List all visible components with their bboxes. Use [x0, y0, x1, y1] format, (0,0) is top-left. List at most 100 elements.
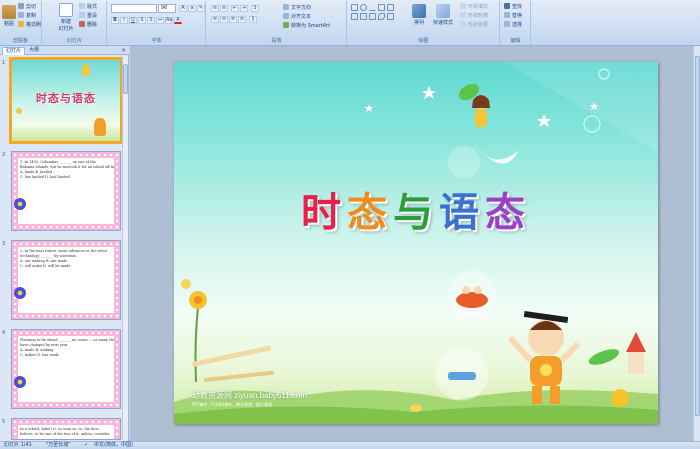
- layout-button[interactable]: 版式: [79, 3, 97, 10]
- align-right-icon[interactable]: ≡: [229, 16, 237, 23]
- balloon-image: [611, 389, 629, 407]
- editing-group-label: 编辑: [501, 37, 530, 45]
- thumbnail-line: believe, to be one of the two of it, unl…: [20, 432, 110, 436]
- slide-thumbnail-3[interactable]: 2. In the near future, more advances in …: [11, 240, 121, 320]
- close-icon[interactable]: ×: [121, 47, 126, 54]
- leaf-image: [588, 349, 620, 365]
- text-direction-button[interactable]: 文字方向: [283, 4, 311, 11]
- bubble: [583, 115, 601, 133]
- flower-icon: [14, 287, 26, 299]
- language-indicator[interactable]: 中文(简体，中国): [94, 442, 133, 449]
- oval-shape-icon[interactable]: [360, 4, 367, 11]
- font-size-field[interactable]: 96: [158, 4, 176, 13]
- shape-effects-button[interactable]: 形状效果: [460, 21, 488, 28]
- more-shapes-icon[interactable]: [387, 13, 394, 20]
- quick-styles-button[interactable]: 快速样式: [430, 4, 456, 26]
- align-left-icon[interactable]: ≡: [211, 16, 219, 23]
- shape-outline-button[interactable]: 形状轮廓: [460, 12, 488, 19]
- numbering-icon[interactable]: ≡: [220, 5, 228, 12]
- shrink-font-icon[interactable]: a: [188, 5, 196, 12]
- arrow-shape-icon[interactable]: [378, 4, 385, 11]
- smartart-button[interactable]: 转换为 SmartArt: [283, 22, 330, 29]
- slide-count: 幻灯片 1/41: [4, 442, 32, 448]
- format-painter-button[interactable]: 格式刷: [18, 21, 41, 28]
- thumbnail-flower-image: [16, 108, 22, 114]
- editor-scrollbar[interactable]: [693, 46, 700, 441]
- align-text-button[interactable]: 对齐文本: [283, 13, 311, 20]
- slide-thumbnail-5[interactable]: In a school, label (s), so soon as, to, …: [11, 418, 121, 440]
- replace-button[interactable]: 替换: [504, 12, 522, 19]
- binoculars-icon: [504, 3, 510, 9]
- select-button[interactable]: 选择: [504, 21, 522, 28]
- align-text-icon: [283, 13, 289, 19]
- char-spacing-icon[interactable]: ↔: [156, 17, 164, 24]
- increase-indent-icon[interactable]: ⇥: [240, 5, 248, 12]
- thumbnail-girl-image: [82, 64, 90, 76]
- arrange-button[interactable]: 排列: [410, 4, 428, 26]
- slide-thumbnail-4[interactable]: Planning to fix ahead _______ no cause —…: [11, 329, 121, 409]
- thumbnail-text-box: Planning to fix ahead _______ no cause —…: [18, 336, 114, 402]
- line-spacing-icon[interactable]: ↕: [251, 5, 259, 12]
- shadow-icon[interactable]: S: [147, 17, 155, 24]
- strikethrough-icon[interactable]: S: [138, 17, 146, 24]
- thumbnail-title-text: 时态与语态: [36, 92, 96, 105]
- italic-icon[interactable]: I: [120, 17, 128, 24]
- curve-shape-icon[interactable]: [378, 13, 385, 20]
- status-bar: 幻灯片 1/41 "万圣长城" ✓ 中文(简体，中国): [0, 441, 700, 449]
- clipboard-group: 粘贴 剪切 复制 格式刷 剪贴板: [0, 1, 42, 45]
- star-shape-icon[interactable]: [351, 13, 358, 20]
- shape-fill-button[interactable]: 形状填充: [460, 3, 488, 10]
- spell-check-icon[interactable]: ✓: [84, 442, 88, 449]
- slide-number-3: 3: [2, 241, 6, 247]
- reset-label: 重设: [87, 13, 98, 19]
- columns-icon[interactable]: ∥: [249, 16, 257, 23]
- bullets-icon[interactable]: ≡: [211, 5, 219, 12]
- clear-format-icon[interactable]: ✎: [197, 5, 205, 12]
- align-center-icon[interactable]: ≡: [220, 16, 228, 23]
- font-group-label: 字体: [108, 37, 205, 45]
- rectangle-shape-icon[interactable]: [351, 4, 358, 11]
- graduate-boy-image: [507, 310, 581, 404]
- text-direction-label: 文字方向: [291, 5, 312, 11]
- triangle-shape-icon[interactable]: [387, 4, 394, 11]
- delete-label: 删除: [87, 22, 98, 28]
- line-shape-icon[interactable]: [369, 4, 376, 11]
- flower-image: [181, 279, 191, 289]
- callout-shape-icon[interactable]: [360, 13, 367, 20]
- fill-bucket-icon: [460, 3, 466, 9]
- slide-thumbnail-2[interactable]: 1. In 1492, Columbus _______ on one of t…: [11, 151, 121, 231]
- new-slide-button[interactable]: 新建 幻灯片: [57, 3, 75, 32]
- scrollbar-thumb[interactable]: [123, 64, 128, 94]
- current-slide[interactable]: 时态与语态 幼教资源网 ziyuan.baby611.com PPT课件、FLA…: [174, 62, 658, 424]
- change-case-icon[interactable]: Aa: [165, 17, 173, 24]
- slide-thumbnail-1[interactable]: 时态与语态: [9, 57, 123, 144]
- brace-shape-icon[interactable]: [369, 13, 376, 20]
- delete-slide-button[interactable]: 删除: [79, 21, 97, 28]
- paste-button[interactable]: 粘贴: [2, 5, 16, 27]
- underline-icon[interactable]: U: [129, 17, 137, 24]
- grow-font-icon[interactable]: A: [179, 5, 187, 12]
- decrease-indent-icon[interactable]: ⇤: [231, 5, 239, 12]
- bold-icon[interactable]: B: [111, 17, 119, 24]
- drawing-group-label: 绘图: [348, 37, 499, 45]
- theme-name: "万圣长城": [46, 442, 71, 448]
- font-color-icon[interactable]: A: [174, 17, 182, 24]
- thumbnail-scrollbar[interactable]: [122, 56, 128, 440]
- girl-dress: [475, 109, 487, 127]
- find-button[interactable]: 查找: [504, 3, 522, 10]
- cut-button[interactable]: 剪切: [18, 3, 36, 10]
- justify-icon[interactable]: ≡: [238, 16, 246, 23]
- text-direction-icon: [283, 4, 289, 10]
- editor-scrollbar-thumb[interactable]: [695, 56, 700, 416]
- thumbnail-text-box: 1. In 1492, Columbus _______ on one of t…: [18, 158, 114, 224]
- copy-button[interactable]: 复制: [18, 12, 36, 19]
- tab-outline[interactable]: 大纲: [26, 47, 42, 55]
- quick-styles-icon: [436, 4, 450, 18]
- smartart-label: 转换为 SmartArt: [291, 23, 331, 29]
- slide-title[interactable]: 时态与语态: [174, 180, 658, 238]
- slides-group-label: 幻灯片: [43, 37, 106, 45]
- reset-button[interactable]: 重设: [79, 12, 97, 19]
- font-name-field[interactable]: [111, 4, 157, 13]
- slide-number-1: 1: [2, 60, 6, 66]
- tab-slides[interactable]: 幻灯片: [2, 47, 26, 55]
